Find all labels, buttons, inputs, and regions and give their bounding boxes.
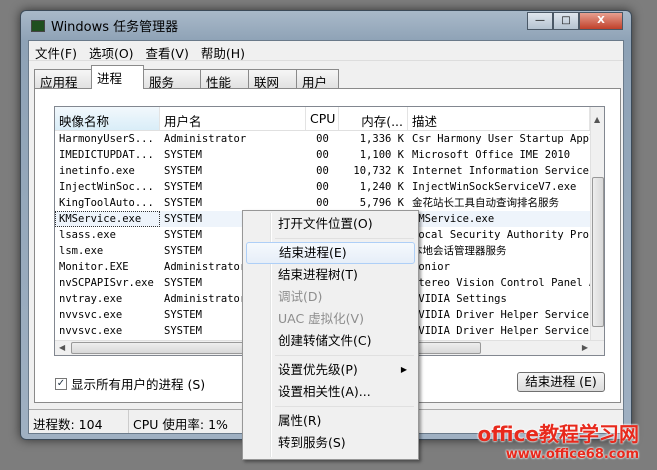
maximize-button[interactable]: □: [553, 12, 579, 30]
watermark-url: www.office68.com: [505, 447, 639, 462]
table-row[interactable]: KingToolAuto... SYSTEM 00 5,796 K 金花站长工具自动查询…: [55, 195, 604, 211]
column-description[interactable]: 描述: [408, 107, 590, 130]
menu-set-priority-label: 设置优先级(P): [278, 362, 358, 377]
tab-performance[interactable]: 性能: [200, 69, 249, 90]
cell-memory: 5,796 K: [359, 197, 404, 209]
cell-image-name: nvSCPAPISvr.exe: [59, 277, 154, 289]
table-row[interactable]: IMEDICTUPDAT... SYSTEM 00 1,100 K Microsoft …: [55, 147, 604, 163]
cell-cpu: 00: [316, 197, 329, 209]
cell-description: NVIDIA Driver Helper Service,: [412, 325, 590, 337]
task-manager-icon: [31, 19, 45, 32]
cell-image-name: Monitor.EXE: [59, 261, 129, 273]
menu-set-priority[interactable]: 设置优先级(P) ▶: [246, 359, 415, 381]
cell-description: 金花站长工具自动查询排名服务: [412, 197, 559, 209]
menu-help[interactable]: 帮助(H): [201, 43, 245, 61]
cell-user-name: SYSTEM: [164, 149, 202, 161]
cell-description: Internet Information Services: [412, 165, 590, 177]
watermark-title: office教程学习网: [477, 422, 639, 446]
submenu-arrow-icon: ▶: [400, 365, 407, 374]
cell-description: InjectWinSockServiceV7.exe: [412, 181, 577, 193]
table-row[interactable]: InjectWinSoc... SYSTEM 00 1,240 K InjectWinS…: [55, 179, 604, 195]
column-user-name[interactable]: 用户名: [160, 107, 306, 130]
cell-user-name: Administrator: [164, 133, 247, 145]
menu-properties[interactable]: 属性(R): [246, 410, 415, 432]
minimize-button[interactable]: —: [527, 12, 553, 30]
cell-cpu: 00: [316, 181, 329, 193]
menu-bar: 文件(F) 选项(O) 查看(V) 帮助(H): [29, 41, 623, 61]
cell-description: 本地会话管理器服务: [412, 245, 507, 257]
menu-open-file-location[interactable]: 打开文件位置(O): [246, 213, 415, 235]
cell-description: KMService.exe: [412, 213, 495, 225]
table-row[interactable]: HarmonyUserS... Administrator 00 1,336 K Csr…: [55, 131, 604, 147]
scroll-left-icon[interactable]: ◀: [59, 343, 65, 352]
watermark: office教程学习网 www.office68.com: [478, 418, 639, 462]
cell-cpu: 00: [316, 133, 329, 145]
separator: [275, 238, 414, 239]
show-all-users-checkbox[interactable]: ✓ 显示所有用户的进程 (S): [55, 374, 205, 393]
column-cpu[interactable]: CPU: [306, 107, 339, 130]
separator: [275, 355, 414, 356]
cell-image-name: HarmonyUserS...: [59, 133, 154, 145]
window-title: Windows 任务管理器: [51, 20, 179, 35]
menu-debug: 调试(D): [278, 289, 323, 304]
column-image-name[interactable]: 映像名称: [55, 107, 160, 130]
cell-user-name: SYSTEM: [164, 165, 202, 177]
cell-memory: 1,240 K: [359, 181, 404, 193]
cell-user-name: SYSTEM: [164, 197, 202, 209]
cell-image-name: IMEDICTUPDAT...: [59, 149, 154, 161]
cell-cpu: 00: [316, 165, 329, 177]
cell-description: NVIDIA Settings: [412, 293, 507, 305]
menu-uac-virtualization: UAC 虚拟化(V): [278, 311, 364, 326]
tab-users[interactable]: 用户: [296, 69, 339, 90]
menu-options[interactable]: 选项(O): [89, 43, 134, 61]
vertical-scrollbar[interactable]: ▲: [590, 107, 604, 341]
tab-services[interactable]: 服务: [143, 69, 201, 90]
cell-image-name: KingToolAuto...: [59, 197, 154, 209]
end-process-button[interactable]: 结束进程 (E): [517, 372, 605, 392]
cell-image-name: inetinfo.exe: [59, 165, 135, 177]
menu-file[interactable]: 文件(F): [35, 43, 77, 61]
menu-go-to-service[interactable]: 转到服务(S): [246, 432, 415, 454]
table-row[interactable]: inetinfo.exe SYSTEM 00 10,732 K Internet Inf…: [55, 163, 604, 179]
status-cpu-usage: CPU 使用率: 1%: [129, 410, 259, 433]
menu-end-process-tree[interactable]: 结束进程树(T): [246, 264, 415, 286]
cell-description: Stereo Vision Control Panel A: [412, 277, 590, 289]
menu-set-affinity[interactable]: 设置相关性(A)...: [246, 381, 415, 403]
tab-networking[interactable]: 联网: [248, 69, 297, 90]
tab-processes[interactable]: 进程: [91, 65, 144, 89]
context-menu: 打开文件位置(O) 结束进程(E) 结束进程树(T) 调试(D) UAC 虚拟化…: [242, 210, 419, 460]
cell-image-name: nvvsvc.exe: [59, 309, 123, 321]
cell-image-name: lsass.exe: [59, 229, 116, 241]
show-all-users-label: 显示所有用户的进程 (S): [71, 377, 206, 392]
cell-description: Monior: [412, 261, 450, 273]
menu-create-dump-file[interactable]: 创建转储文件(C): [246, 330, 415, 352]
cell-description: Local Security Authority Proc: [412, 229, 590, 241]
menu-end-process[interactable]: 结束进程(E): [246, 242, 415, 264]
cell-image-name: nvvsvc.exe: [59, 325, 123, 337]
title-bar: Windows 任务管理器: [31, 16, 178, 35]
close-button[interactable]: X: [579, 12, 623, 30]
scroll-right-icon[interactable]: ▶: [582, 343, 588, 352]
cell-description: Microsoft Office IME 2010: [412, 149, 571, 161]
cell-description: Csr Harmony User Startup Appl: [412, 133, 590, 145]
cell-memory: 1,100 K: [359, 149, 404, 161]
vertical-scroll-thumb[interactable]: [592, 177, 604, 327]
menu-view[interactable]: 查看(V): [146, 43, 189, 61]
cell-image-name: lsm.exe: [59, 245, 104, 257]
cell-image-name: KMService.exe: [55, 211, 160, 227]
tab-applications[interactable]: 应用程序: [34, 69, 92, 109]
cell-description: NVIDIA Driver Helper Service,: [412, 309, 590, 321]
cell-image-name: nvtray.exe: [59, 293, 123, 305]
checkbox-check-icon[interactable]: ✓: [55, 377, 67, 390]
cell-memory: 1,336 K: [359, 133, 404, 145]
column-memory[interactable]: 内存(...: [339, 107, 408, 130]
cell-image-name: InjectWinSoc...: [59, 181, 154, 193]
cell-user-name: SYSTEM: [164, 181, 202, 193]
cell-memory: 10,732 K: [353, 165, 404, 177]
cell-cpu: 00: [316, 149, 329, 161]
separator: [275, 406, 414, 407]
scroll-up-icon[interactable]: ▲: [594, 115, 600, 124]
status-process-count: 进程数: 104: [29, 410, 129, 433]
